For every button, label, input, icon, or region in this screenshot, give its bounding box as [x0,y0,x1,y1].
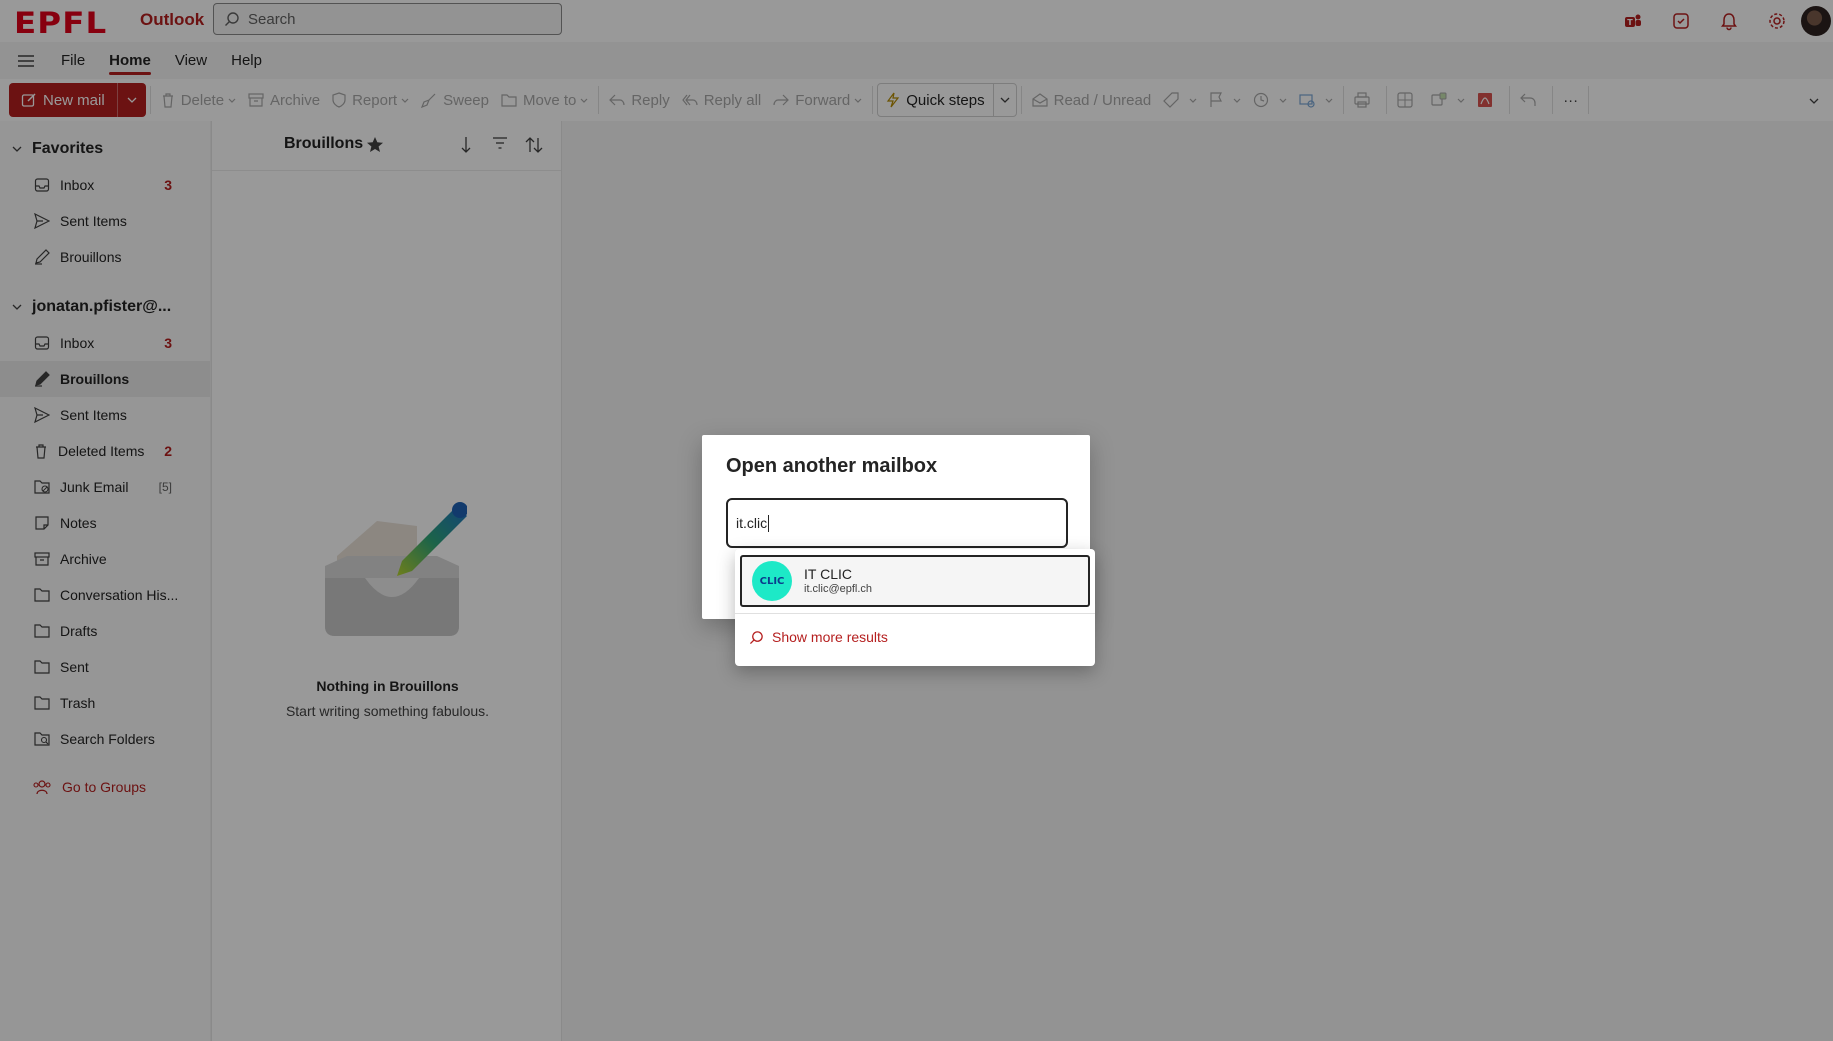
mailbox-search-input[interactable]: it.clic [726,498,1068,548]
mailbox-suggestion-dropdown: CLIC IT CLIC it.clic@epfl.ch Show more r… [735,549,1095,666]
contact-avatar: CLIC [752,561,792,601]
mailbox-input-value: it.clic [736,515,768,531]
search-icon [749,630,763,644]
contact-name: IT CLIC [804,566,852,582]
show-more-results-button[interactable]: Show more results [749,629,888,645]
show-more-label: Show more results [772,629,888,645]
dialog-title: Open another mailbox [726,455,938,477]
suggestion-item[interactable]: CLIC IT CLIC it.clic@epfl.ch [740,555,1090,607]
text-caret [768,514,770,532]
contact-email: it.clic@epfl.ch [804,583,873,595]
dropdown-divider [735,613,1095,614]
